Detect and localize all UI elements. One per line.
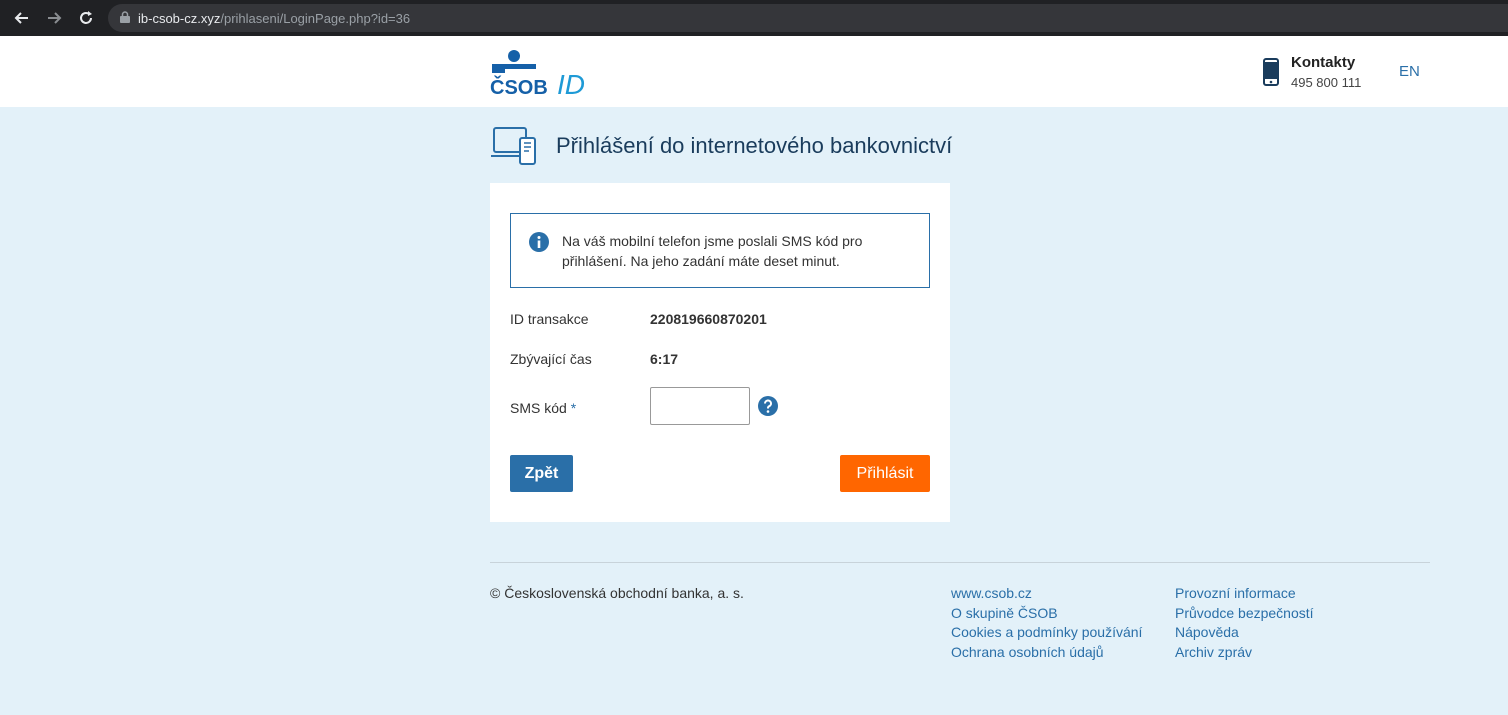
transaction-label: ID transakce: [510, 311, 589, 327]
info-icon: [529, 232, 549, 252]
transaction-value: 220819660870201: [650, 311, 767, 327]
contacts[interactable]: Kontakty 495 800 111: [1262, 54, 1361, 90]
footer-link-privacy[interactable]: Ochrana osobních údajů: [951, 643, 1142, 663]
required-marker: *: [570, 400, 577, 416]
transaction-row: ID transakce 220819660870201: [510, 311, 767, 327]
devices-icon: [491, 127, 536, 165]
page-heading: Přihlášení do internetového bankovnictví: [490, 126, 952, 166]
footer-link-csob[interactable]: www.csob.cz: [951, 584, 1142, 604]
copyright: © Československá obchodní banka, a. s.: [490, 585, 744, 601]
question-icon[interactable]: [758, 396, 778, 416]
footer-divider: [490, 562, 1430, 563]
footer-link-group[interactable]: O skupině ČSOB: [951, 604, 1142, 624]
time-label: Zbývající čas: [510, 351, 592, 367]
site-header: ČSOB ID Kontakty 495 800 111 EN: [0, 36, 1508, 107]
time-row: Zbývající čas 6:17: [510, 351, 678, 367]
url-path: /prihlaseni/LoginPage.php?id=36: [220, 10, 411, 26]
time-value: 6:17: [650, 351, 679, 367]
forward-arrow-icon[interactable]: [44, 8, 64, 28]
back-button[interactable]: Zpět: [510, 455, 573, 492]
lock-icon: [120, 10, 130, 26]
footer-link-security[interactable]: Průvodce bezpečností: [1175, 604, 1314, 624]
footer-links-col2: Provozní informace Průvodce bezpečností …: [1175, 584, 1314, 662]
footer-links-col1: www.csob.cz O skupině ČSOB Cookies a pod…: [951, 584, 1142, 662]
footer-link-cookies[interactable]: Cookies a podmínky používání: [951, 623, 1142, 643]
reload-icon[interactable]: [76, 8, 96, 28]
url-host: ib-csob-cz.xyz: [138, 10, 221, 26]
address-bar[interactable]: ib-csob-cz.xyz/prihlaseni/LoginPage.php?…: [108, 4, 1508, 32]
footer-link-archive[interactable]: Archiv zpráv: [1175, 643, 1314, 663]
browser-toolbar: ib-csob-cz.xyz/prihlaseni/LoginPage.php?…: [0, 0, 1508, 36]
footer-link-operations[interactable]: Provozní informace: [1175, 584, 1314, 604]
login-card: Na váš mobilní telefon jsme poslali SMS …: [490, 183, 950, 522]
contacts-title: Kontakty: [1291, 54, 1356, 71]
mobile-phone-icon: [1263, 58, 1279, 86]
info-message: Na váš mobilní telefon jsme poslali SMS …: [510, 213, 930, 288]
sms-label: SMS kód: [510, 400, 567, 416]
language-switch-en[interactable]: EN: [1399, 63, 1420, 80]
back-arrow-icon[interactable]: [12, 8, 32, 28]
page-title: Přihlášení do internetového bankovnictví: [556, 133, 953, 158]
csob-id-logo[interactable]: ČSOB ID: [490, 48, 590, 100]
info-text: Na váš mobilní telefon jsme poslali SMS …: [562, 233, 863, 269]
footer-link-help[interactable]: Nápověda: [1175, 623, 1314, 643]
login-button[interactable]: Přihlásit: [840, 455, 930, 492]
contacts-phone: 495 800 111: [1291, 75, 1362, 90]
logo-id-text: ID: [557, 69, 585, 98]
sms-row: SMS kód *: [510, 400, 576, 416]
sms-code-input[interactable]: [650, 387, 750, 425]
logo-text: ČSOB: [490, 75, 548, 98]
